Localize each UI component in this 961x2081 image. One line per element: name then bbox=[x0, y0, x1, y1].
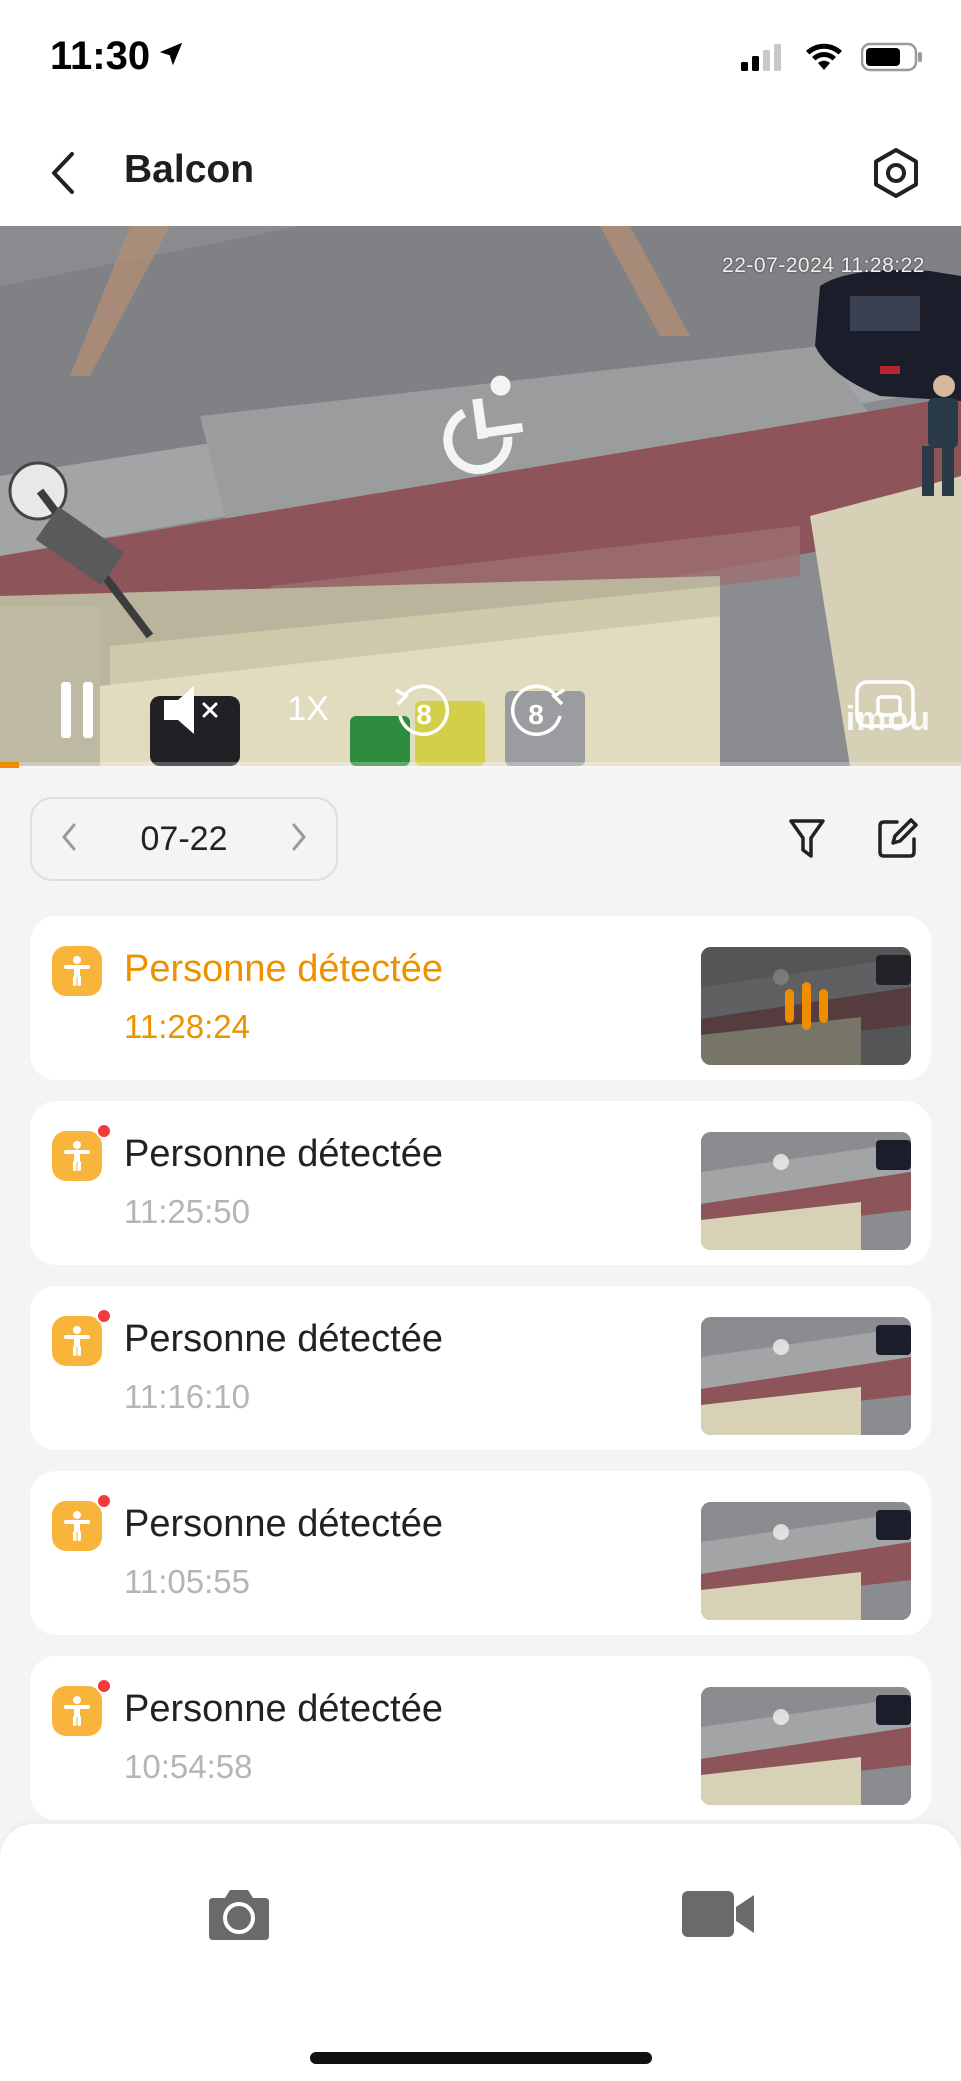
mute-button[interactable] bbox=[158, 680, 228, 740]
next-date-button[interactable] bbox=[290, 822, 308, 857]
video-record-icon bbox=[682, 1891, 754, 1937]
filter-button[interactable] bbox=[780, 810, 834, 868]
status-time: 11:30 bbox=[50, 34, 151, 78]
event-title: Personne détectée bbox=[124, 1688, 444, 1730]
event-title: Personne détectée bbox=[124, 1503, 444, 1545]
prev-date-button[interactable] bbox=[60, 822, 78, 857]
chevron-right-icon bbox=[292, 823, 306, 850]
event-thumbnail[interactable] bbox=[701, 1317, 911, 1435]
location-arrow-icon bbox=[156, 34, 186, 79]
selected-date[interactable]: 07-22 bbox=[141, 820, 228, 859]
forward-8-icon: 8 bbox=[510, 684, 565, 737]
rewind-label: 8 bbox=[416, 699, 432, 730]
person-detection-icon bbox=[52, 946, 102, 996]
event-thumbnail[interactable] bbox=[701, 1687, 911, 1805]
event-thumbnail-image bbox=[701, 1687, 911, 1805]
event-thumbnail[interactable] bbox=[701, 947, 911, 1065]
mute-icon bbox=[164, 686, 218, 734]
event-title: Personne détectée bbox=[124, 948, 444, 990]
rewind-8-icon: 8 bbox=[395, 684, 450, 737]
event-item[interactable]: Personne détectée 11:28:24 bbox=[30, 916, 931, 1080]
status-time-wrap: 11:30 bbox=[50, 34, 186, 79]
status-bar: 11:30 bbox=[0, 0, 961, 120]
unread-dot bbox=[96, 1678, 112, 1694]
event-title: Personne détectée bbox=[124, 1318, 444, 1360]
person-detection-icon bbox=[52, 1501, 102, 1551]
edit-button[interactable] bbox=[870, 810, 924, 868]
chevron-left-icon bbox=[62, 823, 76, 850]
video-progress-fill bbox=[0, 762, 20, 768]
wifi-icon bbox=[805, 42, 843, 77]
event-time: 11:05:55 bbox=[124, 1563, 251, 1600]
event-thumbnail[interactable] bbox=[701, 1132, 911, 1250]
person-detection-icon bbox=[52, 1131, 102, 1181]
home-indicator bbox=[310, 2052, 652, 2064]
event-time: 10:54:58 bbox=[124, 1748, 253, 1785]
rewind-button[interactable]: 8 bbox=[390, 680, 454, 740]
person-detection-icon bbox=[52, 1686, 102, 1736]
bottom-action-bar bbox=[0, 1824, 961, 2081]
event-thumbnail-image bbox=[701, 1132, 911, 1250]
speed-button[interactable]: 1X bbox=[278, 684, 338, 734]
event-time: 11:25:50 bbox=[124, 1193, 251, 1230]
event-time: 11:16:10 bbox=[124, 1378, 251, 1415]
video-player[interactable]: 22-07-2024 11:28:22 1X 8 8 imou bbox=[0, 226, 961, 766]
header: Balcon bbox=[0, 120, 961, 226]
event-thumbnail-image bbox=[701, 1502, 911, 1620]
settings-button[interactable] bbox=[865, 142, 927, 204]
person-detection-icon bbox=[52, 1316, 102, 1366]
video-timestamp: 22-07-2024 11:28:22 bbox=[722, 254, 925, 277]
speed-label: 1X bbox=[287, 689, 329, 728]
event-list: Personne détectée 11:28:24 Personne déte… bbox=[30, 916, 931, 1841]
forward-button[interactable]: 8 bbox=[506, 680, 570, 740]
imou-watermark: imou bbox=[845, 700, 931, 738]
battery-icon bbox=[860, 42, 923, 77]
event-thumbnail[interactable] bbox=[701, 1502, 911, 1620]
status-icons bbox=[741, 42, 923, 77]
unread-dot bbox=[96, 1493, 112, 1509]
camera-snapshot-icon bbox=[209, 1890, 269, 1940]
page-title: Balcon bbox=[124, 148, 255, 191]
edit-icon bbox=[878, 818, 918, 858]
signal-icon bbox=[741, 43, 787, 76]
settings-hexagon-icon bbox=[874, 148, 918, 198]
filter-icon bbox=[789, 819, 825, 858]
date-selector: 07-22 bbox=[30, 797, 338, 881]
event-item[interactable]: Personne détectée 11:05:55 bbox=[30, 1471, 931, 1635]
event-time: 11:28:24 bbox=[124, 1008, 251, 1045]
playing-indicator bbox=[701, 947, 911, 1065]
event-item[interactable]: Personne détectée 11:25:50 bbox=[30, 1101, 931, 1265]
chevron-left-icon bbox=[52, 152, 74, 194]
video-controls: 1X 8 8 bbox=[0, 636, 961, 766]
pause-button[interactable] bbox=[52, 678, 102, 742]
video-progress-bar[interactable] bbox=[0, 762, 961, 768]
event-item[interactable]: Personne détectée 11:16:10 bbox=[30, 1286, 931, 1450]
pause-icon bbox=[61, 682, 93, 738]
event-thumbnail-image bbox=[701, 1317, 911, 1435]
unread-dot bbox=[96, 1123, 112, 1139]
back-button[interactable] bbox=[34, 144, 92, 202]
record-video-button[interactable] bbox=[680, 1884, 756, 1944]
event-title: Personne détectée bbox=[124, 1133, 444, 1175]
forward-label: 8 bbox=[528, 699, 544, 730]
snapshot-button[interactable] bbox=[206, 1884, 272, 1944]
event-item[interactable]: Personne détectée 10:54:58 bbox=[30, 1656, 931, 1820]
unread-dot bbox=[96, 1308, 112, 1324]
